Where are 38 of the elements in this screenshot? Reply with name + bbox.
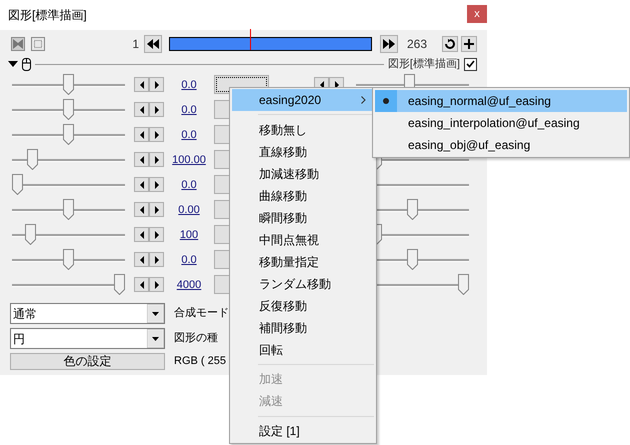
menu-item: 加速 [258, 371, 284, 388]
value-link[interactable]: 0.0 [181, 254, 197, 266]
window-title: 図形[標準描画] [8, 7, 87, 24]
value-link[interactable]: 0.00 [178, 204, 200, 216]
menu-item[interactable]: easing2020 [232, 89, 374, 111]
menu-item[interactable]: 中間点無視 [232, 228, 374, 251]
menu-item[interactable]: easing_normal@uf_easing [375, 90, 627, 112]
menu-item[interactable]: 回転 [232, 338, 374, 361]
value-link[interactable]: 0.0 [181, 79, 197, 92]
menu-item[interactable]: 補間移動 [232, 316, 374, 339]
close-button[interactable]: x [467, 5, 487, 23]
menu-item[interactable]: 直線移動 [232, 140, 374, 163]
menu-item: 減速 [258, 393, 284, 410]
start-frame: 1 [84, 34, 144, 52]
value-link[interactable]: 4000 [176, 279, 202, 292]
value-link[interactable]: 0.0 [181, 129, 197, 142]
menu-item[interactable]: 反復移動 [232, 294, 374, 317]
dropdown-label: 合成モード [174, 306, 229, 322]
menu-item[interactable]: 移動無し [232, 118, 374, 141]
menu-item[interactable]: easing_obj@uf_easing [375, 134, 627, 156]
value-link[interactable]: 100.00 [172, 154, 206, 166]
value-link[interactable]: 0.0 [181, 179, 197, 192]
menu-item[interactable]: ランダム移動 [232, 272, 374, 295]
menu-item[interactable]: 瞬間移動 [232, 206, 374, 229]
menu-item[interactable]: easing_interpolation@uf_easing [375, 112, 627, 134]
value-link[interactable]: 0.0 [181, 104, 197, 116]
menu-item[interactable]: 曲線移動 [232, 184, 374, 207]
dropdown-label: 図形の種 [174, 331, 218, 346]
menu-item[interactable]: 設定 [1] [232, 420, 374, 442]
value-link[interactable]: 100 [180, 229, 198, 242]
color-settings-button[interactable]: 色の設定 [10, 352, 165, 370]
menu-item[interactable]: 移動量指定 [232, 250, 374, 273]
menu-item[interactable]: 加減速移動 [232, 162, 374, 185]
rgb-value: RGB ( 255 [174, 354, 226, 369]
layer-label: 図形[標準描画] [388, 56, 460, 72]
dropdown[interactable]: 通常 [10, 303, 165, 324]
end-frame: 263 [407, 34, 428, 52]
dropdown[interactable]: 円 [10, 328, 165, 349]
